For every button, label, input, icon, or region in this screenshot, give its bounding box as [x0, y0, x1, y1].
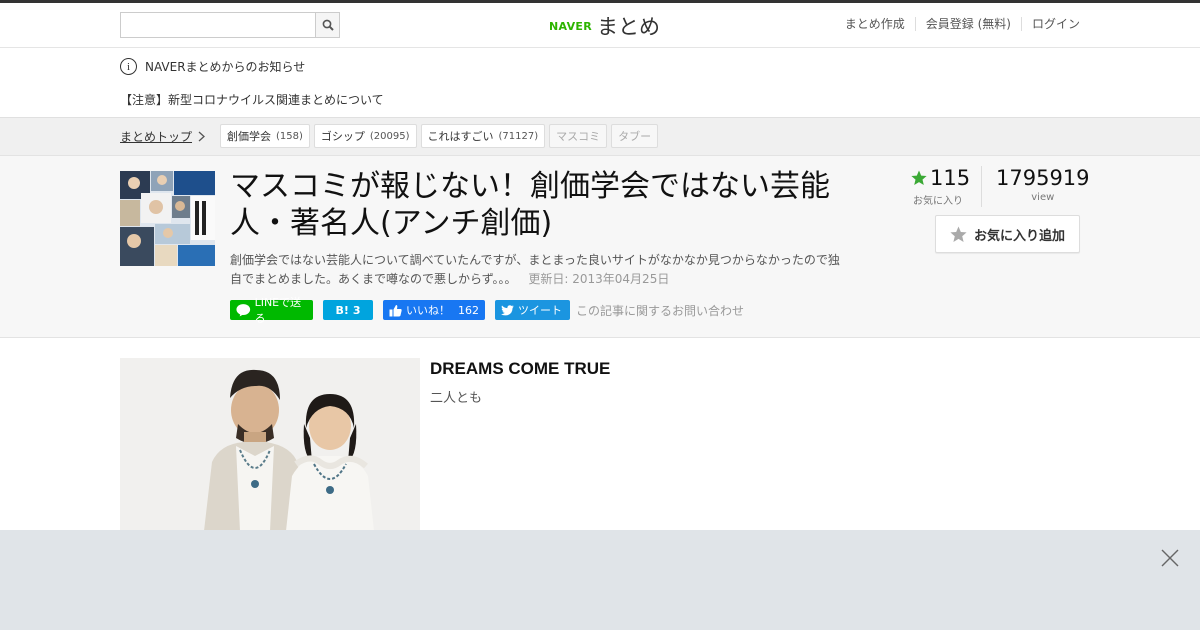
- notice-area: i NAVERまとめからのお知らせ 【注意】新型コロナウイルス関連まとめについて: [0, 48, 1200, 118]
- article-description: 創価学会ではない芸能人について調べていたんですが、まとまった良いサイトがなかなか…: [230, 251, 850, 289]
- views-stat: 1795919 view: [981, 166, 1090, 207]
- tag-soka[interactable]: 創価学会 (158): [220, 124, 310, 148]
- site-logo[interactable]: NAVER まとめ: [549, 11, 660, 41]
- notice-link[interactable]: 【注意】新型コロナウイルス関連まとめについて: [120, 91, 384, 108]
- line-share-label: LINEで送る: [254, 296, 302, 325]
- naver-logo-text: NAVER: [549, 19, 592, 33]
- facebook-like-label: いいね！: [406, 304, 450, 317]
- article-content: DREAMS COME TRUE 二人とも: [0, 338, 1200, 531]
- dreams-come-true-photo: [120, 358, 420, 531]
- tag-amazing[interactable]: これはすごい (71127): [420, 124, 546, 148]
- notice-heading: NAVERまとめからのお知らせ: [145, 60, 306, 74]
- create-matome-link[interactable]: まとめ作成: [835, 17, 915, 31]
- login-link[interactable]: ログイン: [1020, 17, 1080, 31]
- tag-count: (158): [276, 130, 303, 142]
- close-icon[interactable]: [1160, 548, 1180, 568]
- tag-list: 創価学会 (158) ゴシップ (20095) これはすごい (71127) マ…: [220, 124, 659, 148]
- tweet-label: ツイート: [518, 304, 562, 317]
- facebook-like-count: 162: [458, 303, 479, 317]
- search-icon: [322, 19, 334, 31]
- article-header: マスコミが報じない！創価学会ではない芸能人・著名人(アンチ創価) 創価学会ではな…: [0, 156, 1200, 338]
- breadcrumb-top-label: まとめトップ: [120, 130, 193, 144]
- tag-count: (71127): [498, 130, 539, 142]
- article-stats: 115 お気に入り 1795919 view: [911, 166, 1090, 207]
- search-button[interactable]: [315, 12, 340, 38]
- chevron-right-icon: [198, 131, 205, 142]
- updated-date: 更新日: 2013年04月25日: [528, 272, 670, 286]
- favorites-count: 115: [930, 166, 971, 190]
- site-header: NAVER まとめ まとめ作成 会員登録 (無料) ログイン: [0, 3, 1200, 48]
- header-nav: まとめ作成 会員登録 (無料) ログイン: [835, 17, 1080, 31]
- matome-logo-text: まとめ: [596, 15, 660, 39]
- views-count: 1795919: [996, 166, 1090, 190]
- share-buttons: LINEで送る B! 3 いいね！ 162 ツイート この記事に関するお問い合わ…: [230, 296, 744, 325]
- tag-media[interactable]: マスコミ: [549, 124, 608, 148]
- item-description: 二人とも: [430, 391, 483, 406]
- tag-taboo[interactable]: タブー: [611, 124, 659, 148]
- thumbs-up-icon: [389, 304, 402, 316]
- add-favorite-label: お気に入り追加: [973, 228, 1065, 244]
- thumbnail-collage-image: [120, 171, 215, 266]
- hatena-icon: B!: [335, 303, 349, 317]
- tag-label: ゴシップ: [320, 130, 365, 143]
- star-icon: [911, 170, 927, 185]
- favorites-stat: 115 お気に入り: [911, 166, 981, 207]
- tweet-button[interactable]: ツイート: [495, 300, 570, 320]
- item-photo[interactable]: [120, 358, 420, 531]
- star-outline-icon: [950, 226, 967, 242]
- line-icon: [236, 304, 251, 317]
- article-thumbnail[interactable]: [120, 171, 215, 266]
- favorites-number-row: 115: [911, 166, 979, 190]
- hatena-count: 3: [352, 303, 361, 317]
- facebook-like-button[interactable]: いいね！ 162: [383, 300, 485, 320]
- article-title: マスコミが報じない！創価学会ではない芸能人・著名人(アンチ創価): [230, 169, 830, 241]
- search-box: [120, 12, 340, 38]
- tag-label: これはすごい: [427, 130, 494, 143]
- info-icon: i: [120, 58, 137, 75]
- breadcrumb-top-link[interactable]: まとめトップ: [120, 128, 205, 145]
- ad-overlay: [0, 530, 1200, 630]
- add-favorite-button[interactable]: お気に入り追加: [935, 215, 1080, 253]
- favorites-label: お気に入り: [913, 196, 963, 207]
- tag-gossip[interactable]: ゴシップ (20095): [313, 124, 417, 148]
- tag-count: (20095): [369, 130, 410, 142]
- line-share-button[interactable]: LINEで送る: [230, 296, 313, 325]
- twitter-bird-icon: [501, 304, 514, 315]
- notice-heading-row: i NAVERまとめからのお知らせ: [120, 58, 305, 75]
- breadcrumb: まとめトップ 創価学会 (158) ゴシップ (20095) これはすごい (7…: [0, 118, 1200, 156]
- tag-label: 創価学会: [227, 130, 271, 143]
- tag-label: タブー: [618, 130, 652, 143]
- views-label: view: [1031, 192, 1055, 203]
- register-link[interactable]: 会員登録 (無料): [914, 17, 1021, 31]
- tag-label: マスコミ: [556, 130, 601, 143]
- search-input[interactable]: [120, 12, 315, 38]
- hatena-bookmark-button[interactable]: B! 3: [323, 300, 373, 320]
- contact-link[interactable]: この記事に関するお問い合わせ: [576, 302, 744, 319]
- item-title: DREAMS COME TRUE: [430, 359, 611, 378]
